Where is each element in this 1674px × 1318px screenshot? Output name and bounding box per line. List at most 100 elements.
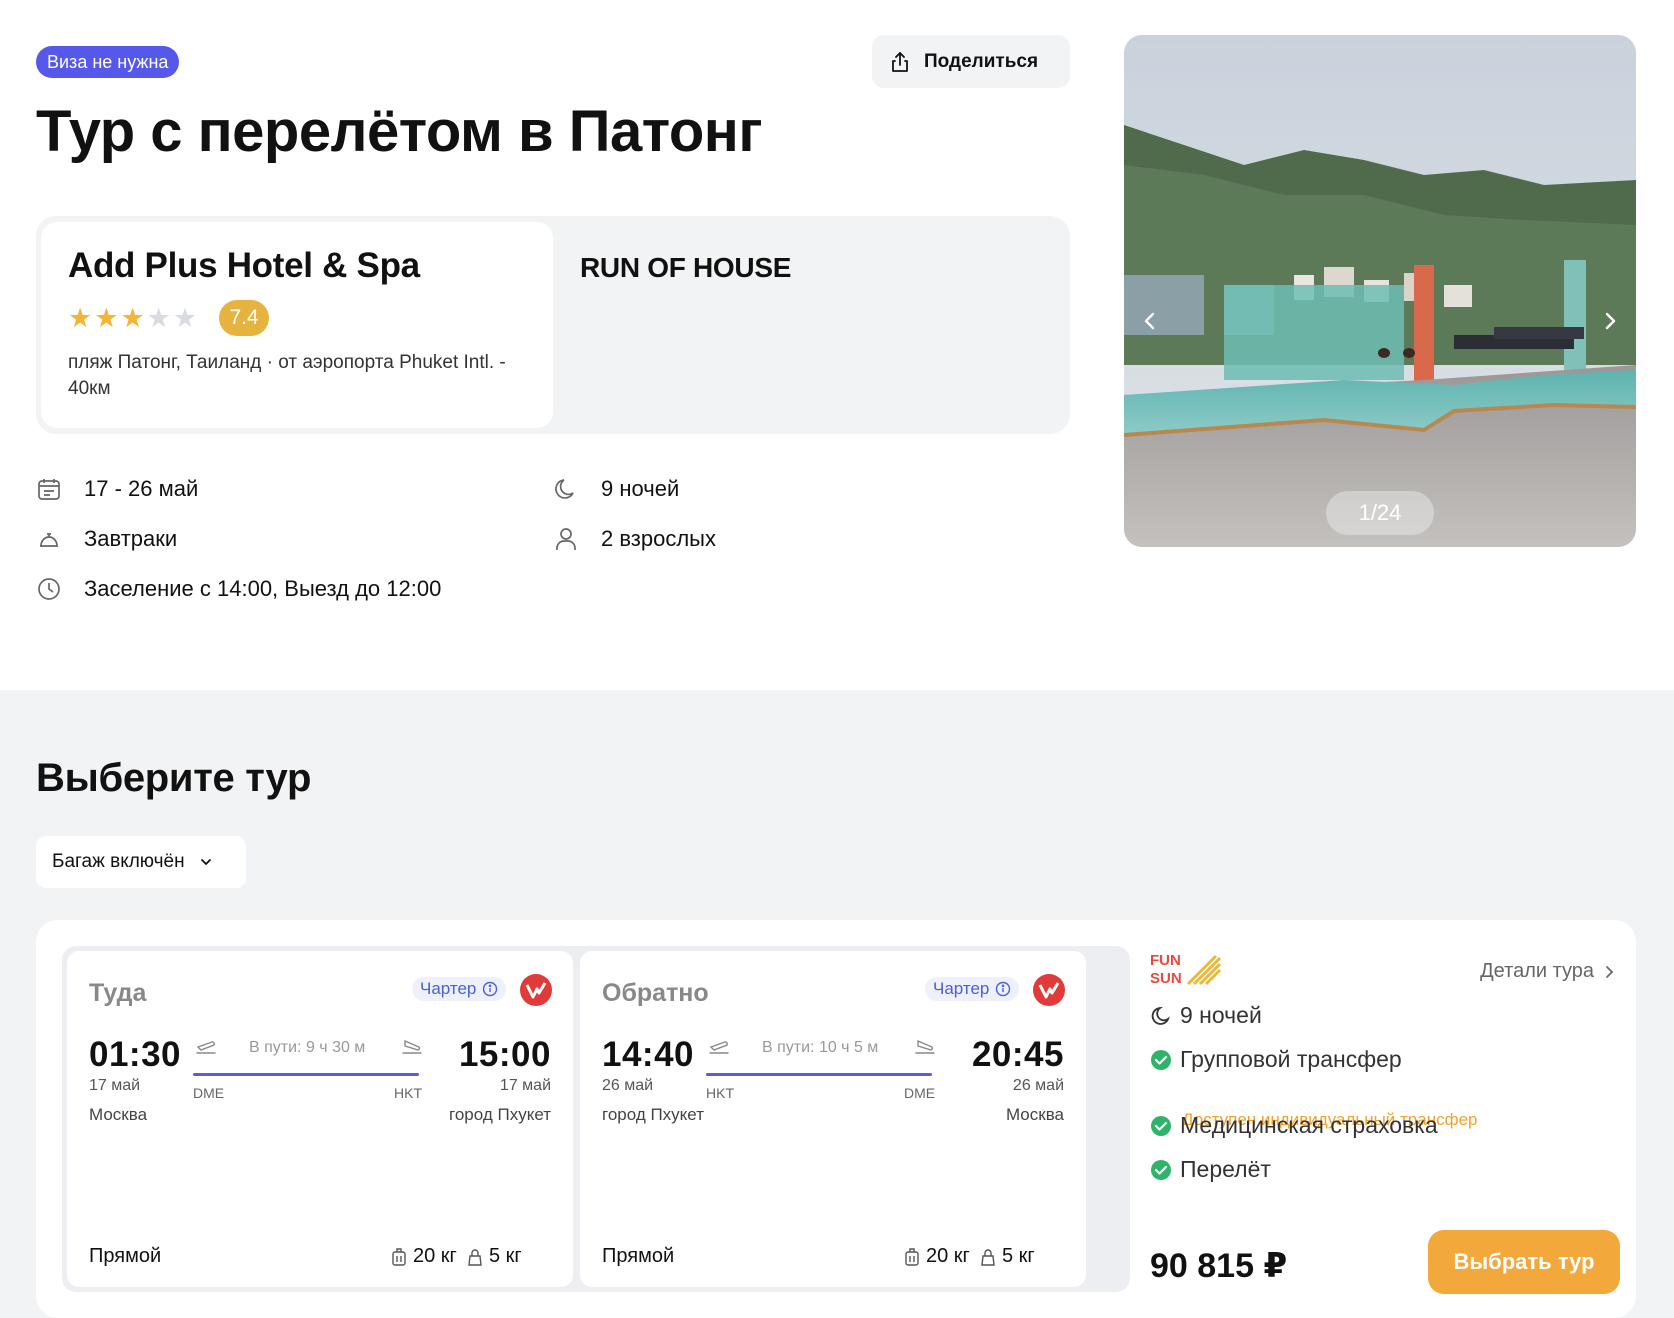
route-line [706,1073,932,1076]
filter-label: Багаж включён [52,851,185,872]
gallery-prev-icon[interactable] [1136,307,1164,335]
bag-icon [981,1248,995,1266]
flight-direction: Туда [89,979,147,1007]
info-guests: 2 взрослых [553,526,716,552]
transfer-text: Групповой трансфер [1180,1046,1402,1072]
baggage-allowance: 20 кг [391,1245,457,1268]
baggage-filter-dropdown[interactable]: Багаж включён [36,836,246,888]
flight-type: Прямой [602,1245,675,1267]
svg-text:FUN: FUN [1150,952,1181,969]
cloche-icon [40,533,58,547]
landing-icon [915,1039,935,1054]
info-meals: Завтраки [36,526,177,552]
suitcase-icon [392,1247,406,1266]
suitcase-icon [905,1247,919,1266]
info-nights: 9 ночей [553,476,679,502]
tour-offer-card: Туда Чартер 01:30 17 май Москва В пути: … [36,920,1636,1318]
info-checkin: Заселение с 14:00, Выезд до 12:00 [36,576,441,602]
section-title: Выберите тур [36,756,312,800]
charter-label: Чартер [933,979,990,998]
rating-badge: 7.4 [219,300,270,336]
departure-city: Москва [89,1105,148,1124]
departure-time: 01:30 [89,1035,182,1074]
guests-text: 2 взрослых [601,526,716,551]
hand-luggage-allowance: 5 кг [980,1245,1035,1268]
offer-summary: FUN SUN Детали тура 9 ночей Групповой тр… [1150,946,1620,1294]
share-button[interactable]: Поделиться [872,35,1070,88]
gallery-next-icon[interactable] [1596,307,1624,335]
star-icon: ★ [120,302,145,333]
info-icon [996,981,1011,997]
insurance-text: Медицинская страховка [1180,1112,1438,1138]
airline-logo-icon [520,974,552,1006]
hotel-stars: ★ ★ ★ ★ ★ 7.4 [68,300,526,336]
info-dates: 17 - 26 май [36,476,198,502]
flight-duration: В пути: 9 ч 30 м [249,1039,366,1056]
hotel-name[interactable]: Add Plus Hotel & Spa [68,246,526,286]
flight-text: Перелёт [1180,1156,1271,1182]
arrival-date: 26 май [1012,1077,1064,1094]
hotel-photo-gallery[interactable]: 1/24 [1124,35,1636,547]
departure-time: 14:40 [602,1035,695,1074]
tour-header-section: Виза не нужна Поделиться Тур с перелётом… [0,0,1674,690]
check-circle-icon [1151,1159,1171,1180]
charter-badge[interactable]: Чартер [925,977,1020,1001]
hotel-pool-photo [1124,35,1636,547]
details-label: Детали тура [1480,960,1594,982]
departure-airport-code: DME [193,1085,225,1101]
departure-city: город Пхукет [602,1105,704,1124]
flight-type: Прямой [89,1245,162,1267]
nights-text: 9 ночей [1180,1002,1262,1028]
moon-icon [555,479,574,499]
page-title: Тур с перелётом в Патонг [36,99,763,164]
charter-badge[interactable]: Чартер [412,977,507,1001]
outbound-flight: Туда Чартер 01:30 17 май Москва В пути: … [67,951,573,1287]
feature-transfer: Групповой трансфер [1150,1046,1402,1073]
dates-text: 17 - 26 май [84,476,199,501]
fun-and-sun-logo: FUN SUN [1150,952,1222,986]
flights-panel: Туда Чартер 01:30 17 май Москва В пути: … [62,946,1130,1292]
route-line [193,1073,419,1076]
departure-airport-code: HKT [706,1085,734,1101]
hotel-card[interactable]: Add Plus Hotel & Spa ★ ★ ★ ★ ★ 7.4 пляж … [41,222,553,428]
arrival-city: город Пхукет [449,1105,551,1124]
select-tour-button[interactable]: Выбрать тур [1428,1230,1620,1294]
return-flight: Обратно Чартер 14:40 26 май город Пхукет… [580,951,1086,1287]
arrival-time: 15:00 [458,1035,551,1074]
meals-text: Завтраки [84,526,178,551]
clock-icon [38,578,60,600]
feature-insurance: Медицинская страховка [1150,1112,1438,1139]
takeoff-icon [196,1041,216,1054]
airline-logo-icon [1033,974,1065,1006]
share-icon [892,51,908,72]
checkin-text: Заселение с 14:00, Выезд до 12:00 [84,576,442,601]
svg-text:SUN: SUN [1150,970,1182,986]
nights-text: 9 ночей [601,476,680,501]
arrival-time: 20:45 [971,1035,1064,1074]
moon-icon [1151,1006,1171,1025]
visa-badge: Виза не нужна [36,46,180,78]
departure-date: 26 май [602,1077,654,1094]
chevron-right-icon [1606,965,1614,978]
check-circle-icon [1151,1115,1171,1136]
person-icon [556,528,576,550]
arrival-date: 17 май [499,1077,551,1094]
flight-duration: В пути: 10 ч 5 м [762,1039,879,1056]
share-label: Поделиться [924,50,1039,72]
tour-price: 90 815 ₽ [1150,1247,1288,1285]
hotel-location: пляж Патонг, Таиланд · от аэропорта Phuk… [68,352,506,399]
check-circle-icon [1151,1049,1171,1070]
hand-luggage-allowance: 5 кг [467,1245,522,1268]
room-type: RUN OF HOUSE [580,252,792,283]
calendar-icon [38,479,60,500]
bag-icon [468,1248,482,1266]
info-icon [483,981,498,997]
hotel-panel: Add Plus Hotel & Spa ★ ★ ★ ★ ★ 7.4 пляж … [36,216,1070,434]
star-icon: ★ [68,302,93,333]
arrival-city: Москва [1005,1105,1064,1124]
baggage-weight: 20 кг [413,1245,457,1267]
charter-label: Чартер [420,979,477,998]
tour-details-link[interactable]: Детали тура [1480,960,1614,983]
arrival-airport-code: DME [904,1085,936,1101]
baggage-weight: 20 кг [926,1245,970,1267]
